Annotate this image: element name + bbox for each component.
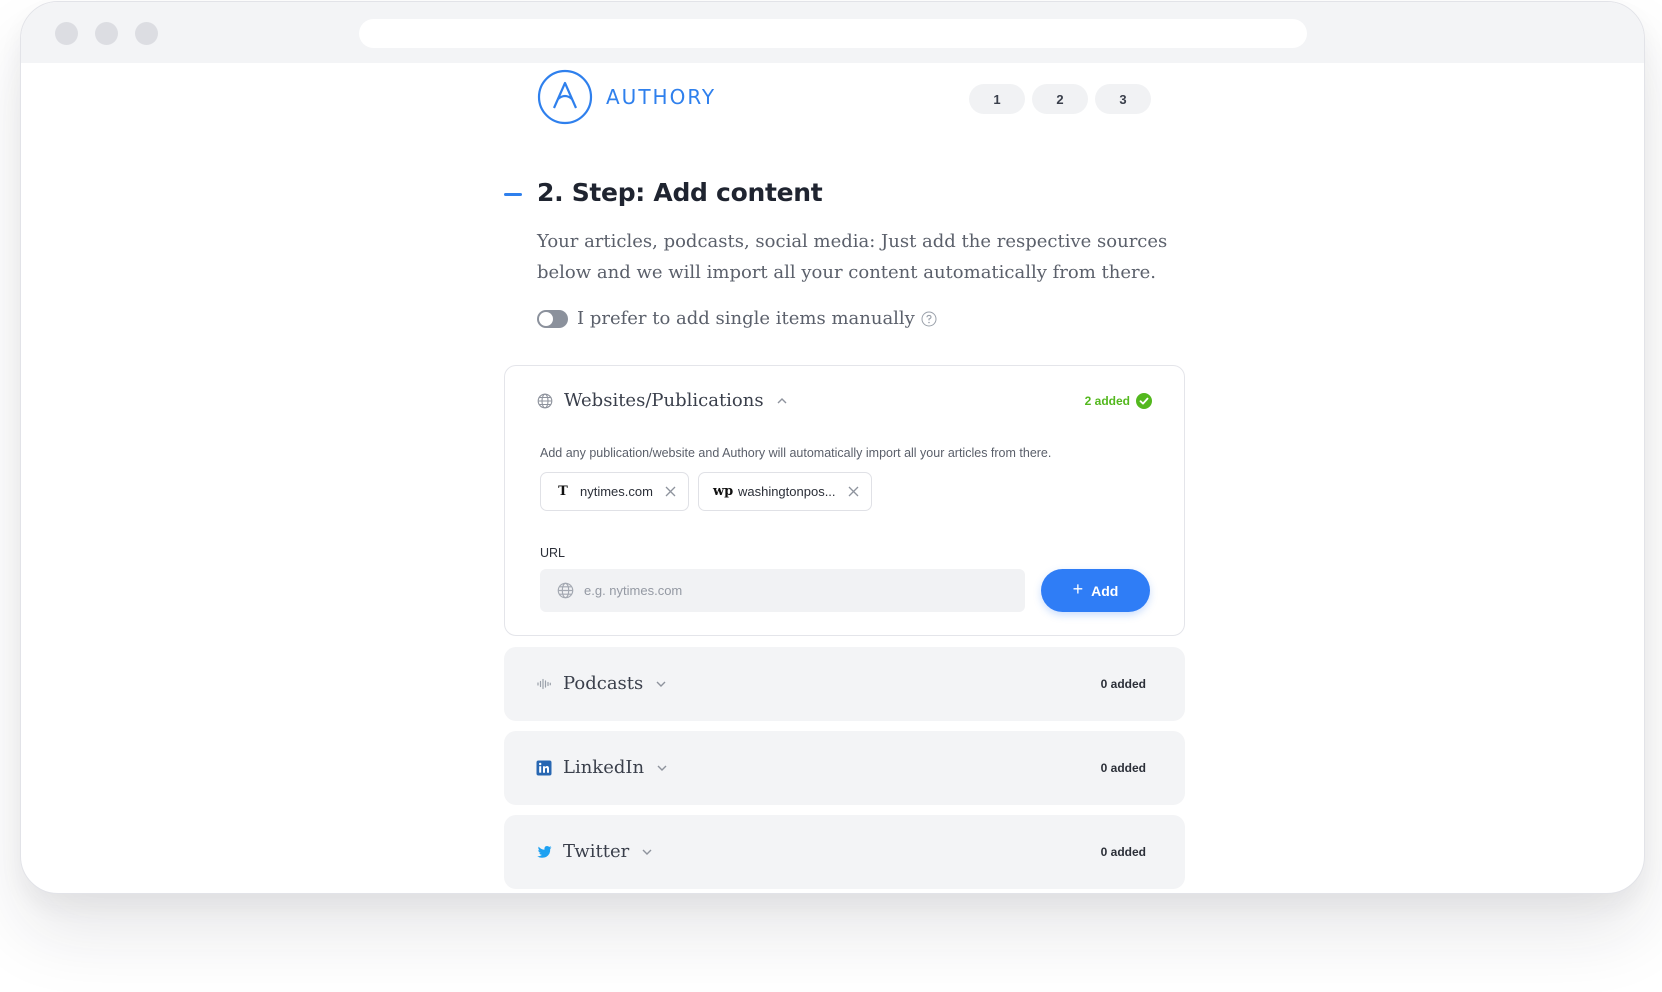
- step-2-pill[interactable]: 2: [1032, 84, 1088, 114]
- manual-items-toggle-label: I prefer to add single items manually: [577, 308, 915, 329]
- chevron-down-icon[interactable]: [656, 762, 668, 774]
- step-indicator: 1 2 3: [969, 84, 1151, 114]
- linkedin-card-header[interactable]: LinkedIn: [536, 757, 668, 778]
- url-field-label: URL: [540, 546, 566, 560]
- podcasts-count-label: 0 added: [1100, 677, 1146, 691]
- add-url-button[interactable]: + Add: [1041, 569, 1150, 612]
- step-1-pill[interactable]: 1: [969, 84, 1025, 114]
- podcasts-card[interactable]: Podcasts 0 added: [504, 647, 1185, 721]
- websites-card: Websites/Publications 2 added Add any pu…: [504, 365, 1185, 636]
- add-button-label: Add: [1091, 582, 1119, 599]
- chevron-down-icon[interactable]: [641, 846, 653, 858]
- authory-logo-icon: [537, 69, 593, 125]
- podcasts-card-title: Podcasts: [563, 673, 644, 694]
- twitter-card[interactable]: Twitter 0 added: [504, 815, 1185, 889]
- authory-logo[interactable]: AUTHORY: [537, 69, 716, 125]
- brand-name: AUTHORY: [606, 85, 717, 109]
- chevron-down-icon[interactable]: [655, 678, 667, 690]
- twitter-card-header[interactable]: Twitter: [536, 841, 653, 862]
- source-chip-label: washingtonpos...: [737, 484, 836, 499]
- linkedin-count-label: 0 added: [1100, 761, 1146, 775]
- linkedin-card-title: LinkedIn: [563, 757, 645, 778]
- nytimes-logo-icon: T: [558, 484, 568, 499]
- twitter-count-label: 0 added: [1100, 845, 1146, 859]
- source-chip: T nytimes.com: [540, 472, 689, 511]
- manual-items-toggle[interactable]: [537, 309, 568, 328]
- websites-card-title: Websites/Publications: [564, 390, 764, 411]
- check-circle-icon: [1136, 393, 1152, 409]
- help-icon[interactable]: [921, 311, 937, 327]
- page-title: 2. Step: Add content: [537, 178, 823, 207]
- linkedin-icon: [536, 760, 552, 775]
- source-chip-label: nytimes.com: [580, 484, 653, 499]
- manual-items-toggle-row: I prefer to add single items manually: [537, 308, 937, 329]
- step-description: Your articles, podcasts, social media: J…: [537, 231, 1168, 283]
- websites-card-header[interactable]: Websites/Publications: [537, 390, 788, 411]
- globe-icon: [537, 393, 553, 408]
- websites-count-label: 2 added: [1084, 394, 1130, 408]
- twitter-icon: [537, 845, 552, 858]
- linkedin-card[interactable]: LinkedIn 0 added: [504, 731, 1185, 805]
- window-minimize-dot[interactable]: [95, 22, 118, 45]
- step-title-marker: [504, 193, 522, 196]
- added-sources-list: T nytimes.com wp washingtonpos...: [540, 472, 872, 511]
- twitter-card-title: Twitter: [563, 841, 630, 862]
- plus-icon: +: [1072, 579, 1084, 599]
- audio-wave-icon: [537, 678, 551, 689]
- step-3-pill[interactable]: 3: [1095, 84, 1151, 114]
- podcasts-card-header[interactable]: Podcasts: [536, 673, 667, 694]
- chevron-up-icon[interactable]: [776, 395, 788, 407]
- websites-count-badge: 2 added: [1085, 393, 1152, 409]
- window-close-dot[interactable]: [55, 22, 78, 45]
- websites-card-description: Add any publication/website and Authory …: [540, 446, 1052, 460]
- url-input[interactable]: [584, 583, 1004, 598]
- remove-icon[interactable]: [848, 486, 859, 497]
- source-chip: wp washingtonpos...: [697, 472, 872, 511]
- remove-icon[interactable]: [665, 486, 676, 497]
- window-maximize-dot[interactable]: [135, 22, 158, 45]
- browser-titlebar: [21, 2, 1644, 63]
- washingtonpost-logo-icon: wp: [712, 484, 734, 499]
- address-bar[interactable]: [359, 19, 1307, 48]
- url-field: [540, 569, 1025, 612]
- globe-icon: [557, 582, 574, 599]
